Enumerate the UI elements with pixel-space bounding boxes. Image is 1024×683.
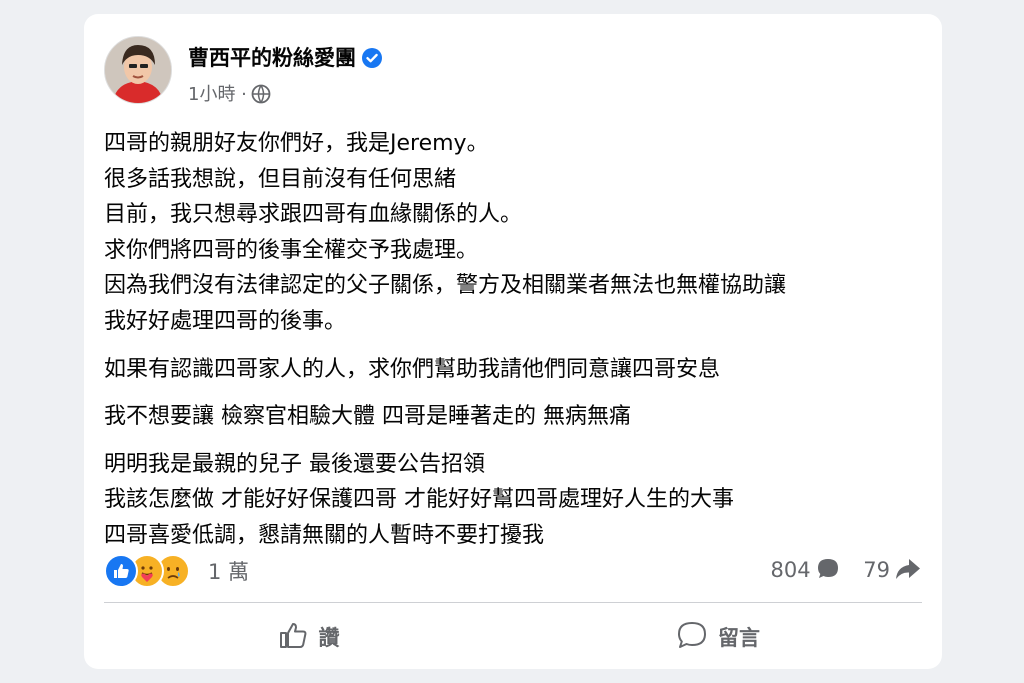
post-line: 我好好處理四哥的後事。 xyxy=(104,308,347,334)
comment-outline-icon xyxy=(676,620,718,655)
globe-icon[interactable] xyxy=(247,84,271,105)
comment-label[interactable]: 留言 xyxy=(718,622,760,652)
post-time[interactable]: 1小時 · xyxy=(188,84,247,105)
reactions-count[interactable]: 1 萬 xyxy=(208,556,249,586)
post-meta: 1小時 · xyxy=(188,80,271,106)
shares-stat[interactable]: 79 xyxy=(863,556,922,582)
post-line: 我該怎麼做 才能好好保護四哥 才能好好幫四哥處理好人生的大事 xyxy=(104,487,734,513)
reactions-row: 1 萬 804 79 xyxy=(104,552,922,588)
post-line: 很多話我想說，但目前沒有任何思緒 xyxy=(104,166,457,192)
verified-badge-icon xyxy=(362,48,382,68)
author-name[interactable]: 曹西平的粉絲愛團 xyxy=(188,42,382,72)
like-button[interactable]: 讚 xyxy=(104,612,512,662)
post-line: 明明我是最親的兒子 最後還要公告招領 xyxy=(104,451,485,477)
share-arrow-icon xyxy=(890,558,922,582)
comment-bubble-icon xyxy=(811,558,841,582)
post-card: 曹西平的粉絲愛團 1小時 · 四哥的親朋好友你們好，我是Jeremy。 很多話我… xyxy=(84,14,942,669)
action-bar: 讚 留言 xyxy=(104,612,922,662)
like-reaction-icon xyxy=(104,554,138,588)
post-line: 求你們將四哥的後事全權交予我處理。 xyxy=(104,237,479,263)
shares-count[interactable]: 79 xyxy=(863,558,890,582)
post-line: 因為我們沒有法律認定的父子關係，警方及相關業者無法也無權協助讓 xyxy=(104,273,787,299)
post-line: 我不想要讓 檢察官相驗大體 四哥是睡著走的 無病無痛 xyxy=(104,404,631,430)
comment-button[interactable]: 留言 xyxy=(514,612,922,662)
post-stats: 804 79 xyxy=(754,556,922,582)
like-label[interactable]: 讚 xyxy=(319,622,340,652)
comments-stat[interactable]: 804 xyxy=(770,556,840,582)
post-line: 四哥的親朋好友你們好，我是Jeremy。 xyxy=(104,131,489,156)
post-paragraph-2: 如果有認識四哥家人的人，求你們幫助我請他們同意讓四哥安息 xyxy=(104,352,934,388)
comments-count[interactable]: 804 xyxy=(770,558,810,582)
avatar[interactable] xyxy=(104,36,172,104)
post-text: 四哥的親朋好友你們好，我是Jeremy。 很多話我想說，但目前沒有任何思緒 目前… xyxy=(104,126,934,566)
actions-divider xyxy=(104,602,922,603)
post-paragraph-4: 明明我是最親的兒子 最後還要公告招領 我該怎麼做 才能好好保護四哥 才能好好幫四… xyxy=(104,447,934,554)
author-name-text[interactable]: 曹西平的粉絲愛團 xyxy=(188,46,356,70)
thumbs-up-icon xyxy=(277,620,319,655)
post-line: 四哥喜愛低調，懇請無關的人暫時不要打擾我 xyxy=(104,522,545,548)
post-line: 如果有認識四哥家人的人，求你們幫助我請他們同意讓四哥安息 xyxy=(104,356,721,382)
post-line: 目前，我只想尋求跟四哥有血緣關係的人。 xyxy=(104,202,523,228)
post-paragraph-1: 四哥的親朋好友你們好，我是Jeremy。 很多話我想說，但目前沒有任何思緒 目前… xyxy=(104,126,934,340)
post-paragraph-3: 我不想要讓 檢察官相驗大體 四哥是睡著走的 無病無痛 xyxy=(104,399,934,435)
